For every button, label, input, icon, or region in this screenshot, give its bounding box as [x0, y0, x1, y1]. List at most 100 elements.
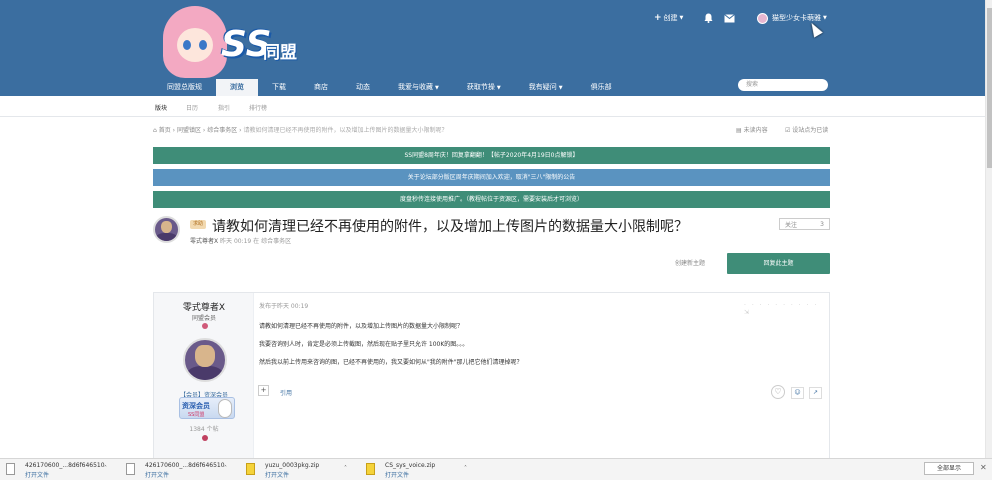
nav-item-rules[interactable]: 同盟总版规 [153, 79, 216, 96]
create-label: 创建 [663, 14, 678, 22]
subnav-item-leaderboard[interactable]: 排行榜 [249, 103, 267, 112]
download-item[interactable]: 426170600_...8d6f646510 打开文件 ˄ [124, 462, 236, 479]
search-placeholder: 搜索 [746, 81, 759, 88]
avatar-body [156, 232, 177, 241]
chevron-down-icon: ▼ [558, 85, 563, 91]
topic-time: 昨天 00:19 [220, 238, 252, 245]
download-filename: 426170600_...8d6f646510 [145, 462, 225, 469]
avatar-head [195, 344, 215, 367]
create-menu[interactable]: + 创建 ▼ [654, 10, 683, 26]
topic-prefix-badge: 求助 [190, 220, 207, 229]
download-open: 打开文件 [145, 472, 170, 479]
avatar-body [187, 365, 223, 380]
nav-label: 商店 [314, 83, 328, 91]
nav-item-store[interactable]: 商店 [300, 79, 342, 96]
topic-forum[interactable]: 综合事务区 [261, 238, 291, 245]
mark-read-label: 设站点为已读 [792, 127, 829, 134]
main-nav: 同盟总版规 浏览 下载 商店 动态 我爱与收藏 ▼ 获取节操 ▼ 我有疑问 ▼ 俱乐部 [153, 79, 626, 96]
nav-item-favorites[interactable]: 我爱与收藏 ▼ [384, 79, 453, 96]
zip-file-icon [246, 463, 255, 475]
download-filename: CS_sys_voice.zip [385, 462, 436, 469]
sub-nav: 版块 日历 指引 排行榜 [0, 96, 992, 117]
member-icon [202, 323, 208, 329]
unread-label: 未读内容 [743, 127, 768, 134]
breadcrumb-current: 请教如何清理已经不再使用的附件，以及增加上传图片的数据量大小限制呢？ [243, 127, 448, 134]
announcement-banner[interactable]: SS同盟8周年庆！回复拿翻翻！【帖子2020年4月19日0点解锁】 [153, 147, 830, 164]
envelope-icon [724, 13, 735, 22]
page-scrollbar[interactable] [985, 0, 992, 458]
scrollbar-thumb[interactable] [987, 8, 992, 168]
announcement-banner[interactable]: 关于论坛部分版区周年庆期间加入欢迎，取消"三八"限制的公告 [153, 169, 830, 186]
topic-title: 请教如何清理已经不再使用的附件，以及增加上传图片的数据量大小限制呢？ [212, 219, 688, 235]
download-open: 打开文件 [265, 472, 290, 479]
chevron-down-icon: ▼ [435, 85, 439, 91]
nav-label: 动态 [356, 83, 370, 91]
post-card: 零式尊者X 同盟会员 【会员】资深会员 资深会员 SS同盟 1384 个帖 发布… [153, 292, 830, 463]
quote-link[interactable]: 引用 [280, 388, 292, 397]
chevron-up-icon[interactable]: ˄ [104, 465, 107, 472]
reaction-button[interactable]: ♡ [771, 385, 785, 399]
post-line: 然后我以前上传用来咨询的图，已经不再使用的，我又要如何从"我的附件"那儿把它他们… [259, 359, 523, 366]
subnav-item-forums[interactable]: 版块 [155, 103, 167, 112]
post-tools[interactable]: · · · · · · · · · · ⇲ [744, 302, 829, 316]
new-topic-link[interactable]: 创建新主题 [675, 258, 705, 267]
show-all-downloads-button[interactable]: 全部显示 [924, 462, 974, 475]
follow-count: 3 [820, 220, 824, 228]
post-author-avatar[interactable] [183, 338, 227, 382]
chevron-up-icon[interactable]: ˄ [344, 465, 347, 472]
zip-file-icon [366, 463, 375, 475]
multiquote-button[interactable]: + [258, 385, 269, 396]
list-icon: ▤ [736, 127, 744, 134]
close-icon[interactable]: ✕ [980, 463, 987, 472]
follow-button[interactable]: 关注 3 [779, 218, 830, 230]
chevron-up-icon[interactable]: ˄ [464, 465, 467, 472]
breadcrumb: ⌂ 首页 › 同盟镇区 › 综合事务区 › 请教如何清理已经不再使用的附件，以及… [153, 125, 448, 134]
bell-icon [704, 13, 713, 23]
post-date: 发布于昨天 00:19 [259, 303, 309, 310]
subnav-item-guide[interactable]: 指引 [218, 103, 230, 112]
nav-item-browse[interactable]: 浏览 [216, 79, 258, 96]
download-item[interactable]: 426170600_...8d6f646510 打开文件 ˄ [4, 462, 116, 479]
post-author-name[interactable]: 零式尊者X [154, 300, 254, 313]
topic-in-label: 在 [253, 238, 260, 245]
chevron-up-icon[interactable]: ˄ [224, 465, 227, 472]
author-avatar[interactable] [153, 216, 180, 243]
breadcrumb-home[interactable]: 首页 [159, 127, 171, 134]
badge-title: 资深会员 [182, 402, 210, 410]
reaction-user-button[interactable]: ☺ [791, 387, 804, 399]
download-item[interactable]: CS_sys_voice.zip 打开文件 ˄ [364, 462, 476, 479]
user-icon: ☺ [794, 389, 801, 396]
mark-read-link[interactable]: ☑ 设站点为已读 [785, 125, 828, 134]
breadcrumb-level1[interactable]: 同盟镇区 [177, 127, 201, 134]
nav-item-help[interactable]: 我有疑问 ▼ [515, 79, 577, 96]
messages-button[interactable] [724, 10, 735, 26]
topic-author[interactable]: 零式尊者X [190, 238, 218, 245]
nav-label: 同盟总版规 [167, 83, 202, 91]
chart-icon: ↗ [812, 389, 819, 396]
rank-badge: 资深会员 SS同盟 [179, 397, 235, 419]
notifications-button[interactable] [704, 10, 713, 26]
unread-content-link[interactable]: ▤ 未读内容 [736, 125, 768, 134]
nav-item-clubs[interactable]: 俱乐部 [577, 79, 626, 96]
download-bar: 426170600_...8d6f646510 打开文件 ˄ 426170600… [0, 458, 992, 480]
user-avatar [757, 12, 768, 24]
stats-button[interactable]: ↗ [809, 387, 822, 399]
post-author-panel: 零式尊者X 同盟会员 【会员】资深会员 资深会员 SS同盟 1384 个帖 [154, 293, 254, 463]
nav-item-download[interactable]: 下载 [258, 79, 300, 96]
search-input[interactable]: 搜索 [738, 79, 828, 91]
site-logo[interactable]: SS 同盟 [163, 6, 303, 78]
badge-sub: SS同盟 [188, 412, 205, 418]
announcement-banner[interactable]: 度盘秒传连接使用推广。（教程帖位于资源区，需要安装后才可浏览） [153, 191, 830, 208]
reply-button[interactable]: 回复此主题 [727, 253, 830, 274]
home-icon: ⌂ [153, 127, 157, 134]
nav-item-earn[interactable]: 获取节操 ▼ [453, 79, 515, 96]
nav-label: 我有疑问 [528, 83, 557, 91]
post-line: 请教如何清理已经不再使用的附件，以及增加上传图片的数据量大小限制呢？ [259, 323, 464, 330]
download-open: 打开文件 [25, 472, 50, 479]
nav-item-activity[interactable]: 动态 [342, 79, 384, 96]
download-item[interactable]: yuzu_0003pkg.zip 打开文件 ˄ [244, 462, 356, 479]
subnav-item-calendar[interactable]: 日历 [186, 103, 198, 112]
mascot-eye [199, 40, 207, 50]
breadcrumb-level2[interactable]: 综合事务区 [207, 127, 237, 134]
file-icon [126, 463, 135, 475]
